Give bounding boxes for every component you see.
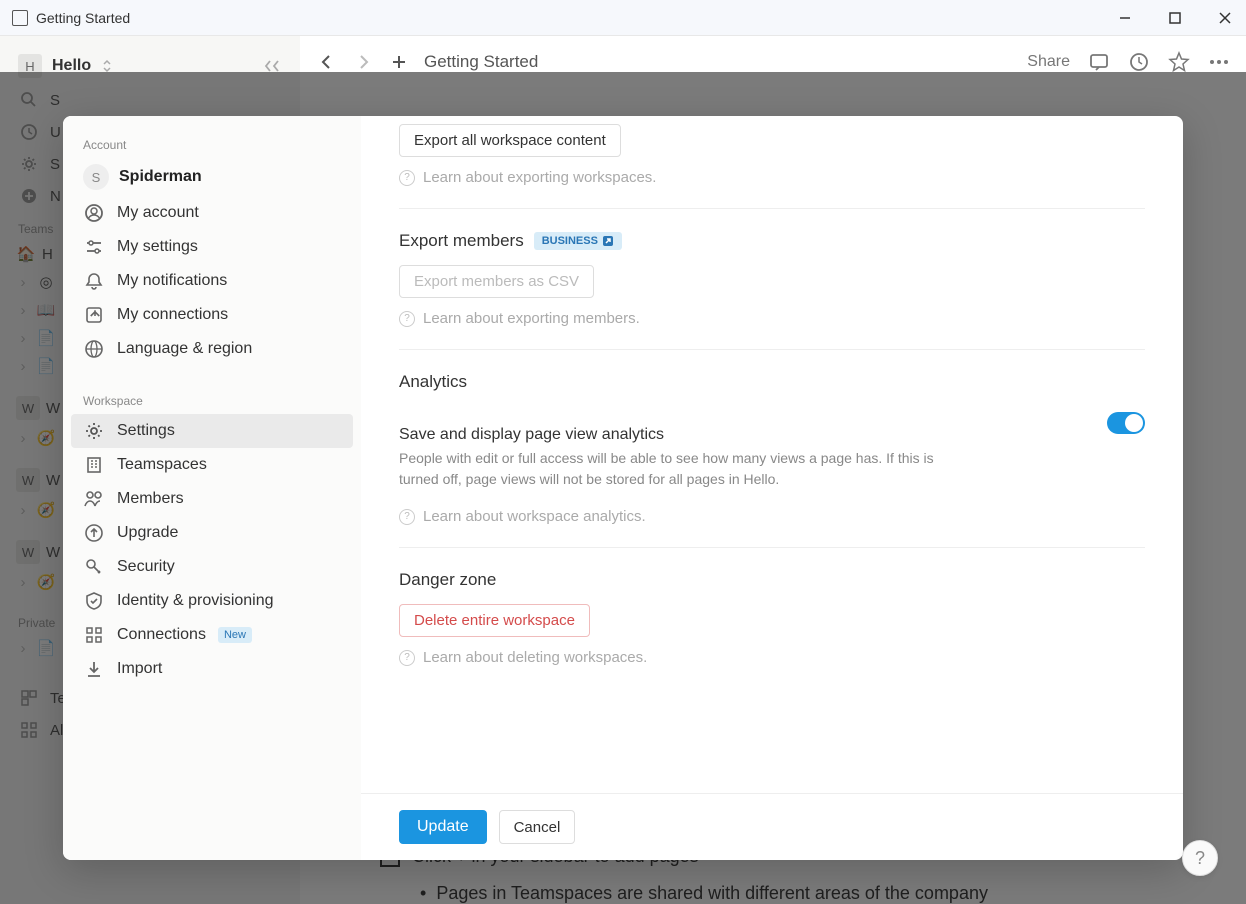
delete-workspace-button[interactable]: Delete entire workspace [399, 604, 590, 637]
profile-avatar: S [83, 164, 109, 190]
learn-delete-link[interactable]: ? Learn about deleting workspaces. [399, 649, 1145, 666]
nav-forward-icon[interactable] [352, 51, 374, 73]
export-members-heading: Export members BUSINESS [399, 231, 1145, 251]
sidebar-item-my-account[interactable]: My account [71, 196, 353, 230]
breadcrumb[interactable]: Getting Started [424, 52, 538, 72]
divider [399, 208, 1145, 209]
gear-icon [83, 420, 105, 442]
sidebar-item-label: Connections [117, 626, 206, 644]
sidebar-item-label: Identity & provisioning [117, 592, 274, 610]
window-title: Getting Started [36, 10, 130, 26]
sidebar-item-label: My account [117, 204, 199, 222]
help-icon: ? [399, 650, 415, 666]
sidebar-item-label: Language & region [117, 340, 252, 358]
sidebar-item-label: Settings [117, 422, 175, 440]
divider [399, 349, 1145, 350]
sidebar-item-import[interactable]: Import [71, 652, 353, 686]
sidebar-item-label: Members [117, 490, 184, 508]
sidebar-item-label: My connections [117, 306, 228, 324]
share-button[interactable]: Share [1027, 53, 1070, 71]
learn-analytics-link[interactable]: ? Learn about workspace analytics. [399, 508, 1145, 525]
analytics-title: Save and display page view analytics [399, 426, 959, 444]
globe-icon [83, 338, 105, 360]
divider [399, 547, 1145, 548]
sliders-icon [83, 236, 105, 258]
sidebar-item-connections[interactable]: Connections New [71, 618, 353, 652]
sidebar-item-settings[interactable]: Settings [71, 414, 353, 448]
bell-icon [83, 270, 105, 292]
window-titlebar: Getting Started [0, 0, 1246, 36]
app-icon [12, 10, 28, 26]
sidebar-item-security[interactable]: Security [71, 550, 353, 584]
comments-icon[interactable] [1088, 51, 1110, 73]
update-button[interactable]: Update [399, 810, 487, 844]
learn-members-link[interactable]: ? Learn about exporting members. [399, 310, 1145, 327]
close-button[interactable] [1216, 9, 1234, 27]
modal-overlay[interactable]: Account S Spiderman My account My settin… [0, 72, 1246, 904]
clock-icon[interactable] [1128, 51, 1150, 73]
nav-back-icon[interactable] [316, 51, 338, 73]
danger-heading: Danger zone [399, 570, 1145, 590]
sidebar-item-my-notifications[interactable]: My notifications [71, 264, 353, 298]
export-all-button[interactable]: Export all workspace content [399, 124, 621, 157]
sidebar-item-upgrade[interactable]: Upgrade [71, 516, 353, 550]
modal-section-account: Account [71, 128, 353, 158]
settings-modal: Account S Spiderman My account My settin… [63, 116, 1183, 860]
sidebar-item-label: My notifications [117, 272, 227, 290]
help-icon: ? [399, 170, 415, 186]
help-fab[interactable]: ? [1182, 840, 1218, 876]
sidebar-item-language[interactable]: Language & region [71, 332, 353, 366]
import-icon [83, 658, 105, 680]
link-icon [83, 304, 105, 326]
sidebar-item-identity[interactable]: Identity & provisioning [71, 584, 353, 618]
modal-section-workspace: Workspace [71, 384, 353, 414]
sidebar-item-label: Upgrade [117, 524, 178, 542]
profile-name: Spiderman [119, 168, 202, 186]
upgrade-icon [83, 522, 105, 544]
shield-icon [83, 590, 105, 612]
learn-export-link[interactable]: ? Learn about exporting workspaces. [399, 169, 1145, 186]
analytics-toggle[interactable] [1107, 412, 1145, 434]
sidebar-item-my-connections[interactable]: My connections [71, 298, 353, 332]
star-icon[interactable] [1168, 51, 1190, 73]
new-page-icon[interactable] [388, 51, 410, 73]
sidebar-item-teamspaces[interactable]: Teamspaces [71, 448, 353, 482]
business-badge: BUSINESS [534, 232, 622, 250]
profile-row: S Spiderman [71, 158, 353, 196]
building-icon [83, 454, 105, 476]
more-icon[interactable] [1208, 51, 1230, 73]
analytics-heading: Analytics [399, 372, 1145, 392]
analytics-description: People with edit or full access will be … [399, 448, 959, 490]
key-icon [83, 556, 105, 578]
modal-footer: Update Cancel [361, 793, 1183, 860]
sidebar-item-label: Security [117, 558, 175, 576]
export-members-button[interactable]: Export members as CSV [399, 265, 594, 298]
minimize-button[interactable] [1116, 9, 1134, 27]
grid-icon [83, 624, 105, 646]
new-badge: New [218, 627, 252, 643]
sidebar-item-my-settings[interactable]: My settings [71, 230, 353, 264]
help-icon: ? [399, 311, 415, 327]
cancel-button[interactable]: Cancel [499, 810, 576, 844]
members-icon [83, 488, 105, 510]
help-icon: ? [399, 509, 415, 525]
sidebar-item-label: Import [117, 660, 162, 678]
modal-content: Export all workspace content ? Learn abo… [361, 116, 1183, 860]
user-icon [83, 202, 105, 224]
sidebar-item-label: Teamspaces [117, 456, 207, 474]
sidebar-item-members[interactable]: Members [71, 482, 353, 516]
sidebar-item-label: My settings [117, 238, 198, 256]
modal-sidebar: Account S Spiderman My account My settin… [63, 116, 361, 860]
maximize-button[interactable] [1166, 9, 1184, 27]
